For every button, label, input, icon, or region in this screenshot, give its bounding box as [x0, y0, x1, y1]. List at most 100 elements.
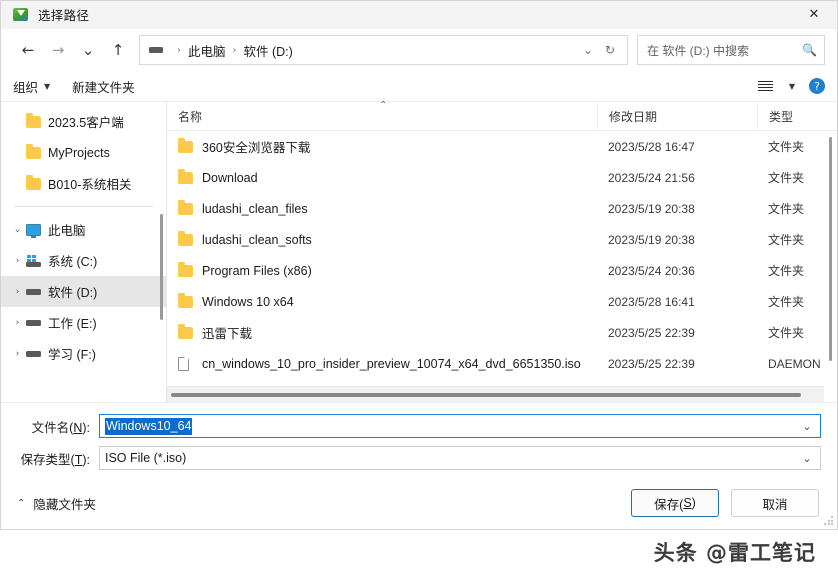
chevron-right-icon[interactable]: › [9, 256, 26, 266]
sidebar-item-label: 2023.5客户端 [48, 116, 124, 130]
search-input[interactable]: 在 软件 (D:) 中搜索 [647, 42, 802, 59]
save-button[interactable]: 保存(S) [631, 489, 719, 517]
sidebar-item-drive-f[interactable]: › 学习 (F:) [1, 338, 166, 369]
search-box[interactable]: 在 软件 (D:) 中搜索 🔍 [637, 35, 825, 65]
sidebar-item-2023-client[interactable]: 2023.5客户端 [1, 106, 166, 137]
filename-label-pre: 文件名( [31, 420, 74, 435]
file-form: 文件名(N): Windows10_64 ⌄ 保存类型(T): ISO File… [1, 402, 837, 477]
chevron-down-icon: ▼ [44, 81, 51, 91]
organize-button[interactable]: 组织 ▼ [13, 77, 50, 96]
cancel-button[interactable]: 取消 [731, 489, 819, 517]
file-date-cell: 2023/5/19 20:38 [608, 232, 695, 247]
file-name-label: Windows 10 x64 [202, 294, 294, 309]
back-icon[interactable]: ← [13, 36, 43, 64]
close-icon[interactable]: ✕ [791, 1, 837, 29]
file-list-vertical-scrollbar[interactable] [824, 131, 837, 386]
column-header-date[interactable]: 修改日期 [597, 101, 757, 131]
chevron-down-icon[interactable]: ⌄ [9, 225, 26, 235]
dialog-body: 2023.5客户端 MyProjects B010-系统相关 ⌄ 此电脑 › 系… [1, 100, 838, 402]
forward-icon[interactable]: → [43, 36, 73, 64]
hide-folders-label: 隐藏文件夹 [33, 497, 96, 512]
sidebar-item-label: 学习 (F:) [48, 348, 96, 362]
file-date-cell: 2023/5/25 22:39 [608, 356, 695, 371]
filename-field[interactable]: Windows10_64 ⌄ [99, 414, 821, 438]
chevron-right-icon[interactable]: › [9, 287, 26, 297]
folder-icon [178, 138, 202, 153]
folder-icon [178, 200, 202, 215]
sidebar-item-b010-system[interactable]: B010-系统相关 [1, 168, 166, 199]
file-name-cell: Program Files (x86) [167, 262, 597, 278]
up-icon[interactable]: ↑ [103, 36, 133, 64]
sidebar-scrollbar-thumb[interactable] [160, 214, 163, 320]
file-name-label: cn_windows_10_pro_insider_preview_10074_… [202, 356, 581, 371]
drive-icon [149, 47, 163, 53]
horizontal-scrollbar-thumb[interactable] [171, 393, 801, 397]
chevron-up-icon: ⌃ [17, 497, 26, 509]
sidebar-item-label: MyProjects [48, 145, 110, 160]
recent-locations-icon[interactable]: ⌄ [73, 36, 103, 64]
sidebar-item-label: 工作 (E:) [48, 317, 97, 331]
filename-row: 文件名(N): Windows10_64 ⌄ [17, 413, 821, 439]
chevron-right-icon[interactable]: › [9, 349, 26, 359]
new-folder-button[interactable]: 新建文件夹 [72, 77, 135, 96]
column-header-date-label: 修改日期 [609, 109, 658, 124]
refresh-icon[interactable]: ↻ [599, 43, 621, 57]
filename-label-post: ): [82, 420, 90, 435]
view-chevron-down-icon[interactable]: ▼ [789, 82, 795, 91]
filename-input-value[interactable]: Windows10_64 [105, 417, 193, 435]
folder-icon [26, 144, 48, 159]
vertical-scrollbar-thumb[interactable] [829, 137, 832, 361]
chevron-down-icon[interactable]: ⌄ [798, 452, 816, 465]
table-row[interactable]: 360安全浏览器下载 2023/5/28 16:47 文件夹 [167, 131, 837, 162]
filename-label-key: N [73, 420, 83, 435]
table-row[interactable]: ludashi_clean_softs 2023/5/19 20:38 文件夹 [167, 224, 837, 255]
view-options-icon[interactable] [757, 80, 773, 92]
breadcrumb-item-this-pc[interactable]: 此电脑 [188, 41, 226, 60]
file-rows: 360安全浏览器下载 2023/5/28 16:47 文件夹 Download … [167, 131, 837, 402]
organize-label: 组织 [13, 80, 39, 95]
folder-icon [178, 169, 202, 184]
column-header-type[interactable]: 类型 [757, 101, 838, 131]
sidebar-item-drive-c[interactable]: › 系统 (C:) [1, 245, 166, 276]
search-icon: 🔍 [802, 43, 817, 57]
table-row[interactable]: cn_windows_10_pro_insider_preview_10074_… [167, 348, 837, 379]
table-row[interactable]: Windows 10 x64 2023/5/28 16:41 文件夹 [167, 286, 837, 317]
table-row[interactable]: Program Files (x86) 2023/5/24 20:36 文件夹 [167, 255, 837, 286]
filetype-label-post: ): [82, 452, 90, 467]
file-list-pane: 名称 ⌃ 修改日期 类型 360安全浏览器下载 2023/5/28 16:47 [167, 100, 838, 402]
filetype-selected-value: ISO File (*.iso) [105, 451, 187, 465]
sidebar-item-drive-e[interactable]: › 工作 (E:) [1, 307, 166, 338]
window-title: 选择路径 [38, 9, 90, 23]
file-date-cell: 2023/5/24 21:56 [608, 170, 695, 185]
save-label-pre: 保存( [654, 497, 684, 512]
sidebar-item-this-pc[interactable]: ⌄ 此电脑 [1, 214, 166, 245]
table-row[interactable]: ludashi_clean_files 2023/5/19 20:38 文件夹 [167, 193, 837, 224]
save-label-key: S [683, 496, 692, 510]
chevron-right-icon[interactable]: › [9, 318, 26, 328]
table-row[interactable]: 迅雷下载 2023/5/25 22:39 文件夹 [167, 317, 837, 348]
table-row[interactable]: Download 2023/5/24 21:56 文件夹 [167, 162, 837, 193]
folder-icon [178, 293, 202, 308]
hide-folders-toggle[interactable]: ⌃ 隐藏文件夹 [17, 494, 96, 513]
sidebar-item-drive-d[interactable]: › 软件 (D:) [1, 276, 166, 307]
filetype-select[interactable]: ISO File (*.iso) ⌄ [99, 446, 821, 470]
sidebar-item-myprojects[interactable]: MyProjects [1, 137, 166, 168]
address-bar[interactable]: › 此电脑 › 软件 (D:) ⌄ ↻ [139, 35, 628, 65]
history-dropdown-icon[interactable]: ⌄ [577, 43, 599, 57]
breadcrumb-item-drive-d[interactable]: 软件 (D:) [244, 41, 293, 60]
file-list-horizontal-scrollbar[interactable] [167, 386, 824, 402]
drive-icon [26, 319, 48, 326]
file-icon [178, 356, 202, 371]
drive-icon [26, 350, 48, 357]
file-name-cell: cn_windows_10_pro_insider_preview_10074_… [167, 356, 597, 371]
file-name-label: 360安全浏览器下载 [202, 141, 311, 155]
file-name-cell: Windows 10 x64 [167, 293, 597, 309]
folder-icon [178, 231, 202, 246]
help-icon[interactable]: ? [809, 78, 825, 94]
resize-grip[interactable] [824, 516, 834, 526]
sidebar-divider [14, 206, 153, 207]
chevron-down-icon[interactable]: ⌄ [798, 420, 816, 433]
sidebar-item-label: 系统 (C:) [48, 255, 98, 269]
system-drive-icon [26, 254, 48, 267]
column-header-name[interactable]: 名称 ⌃ [167, 100, 597, 131]
